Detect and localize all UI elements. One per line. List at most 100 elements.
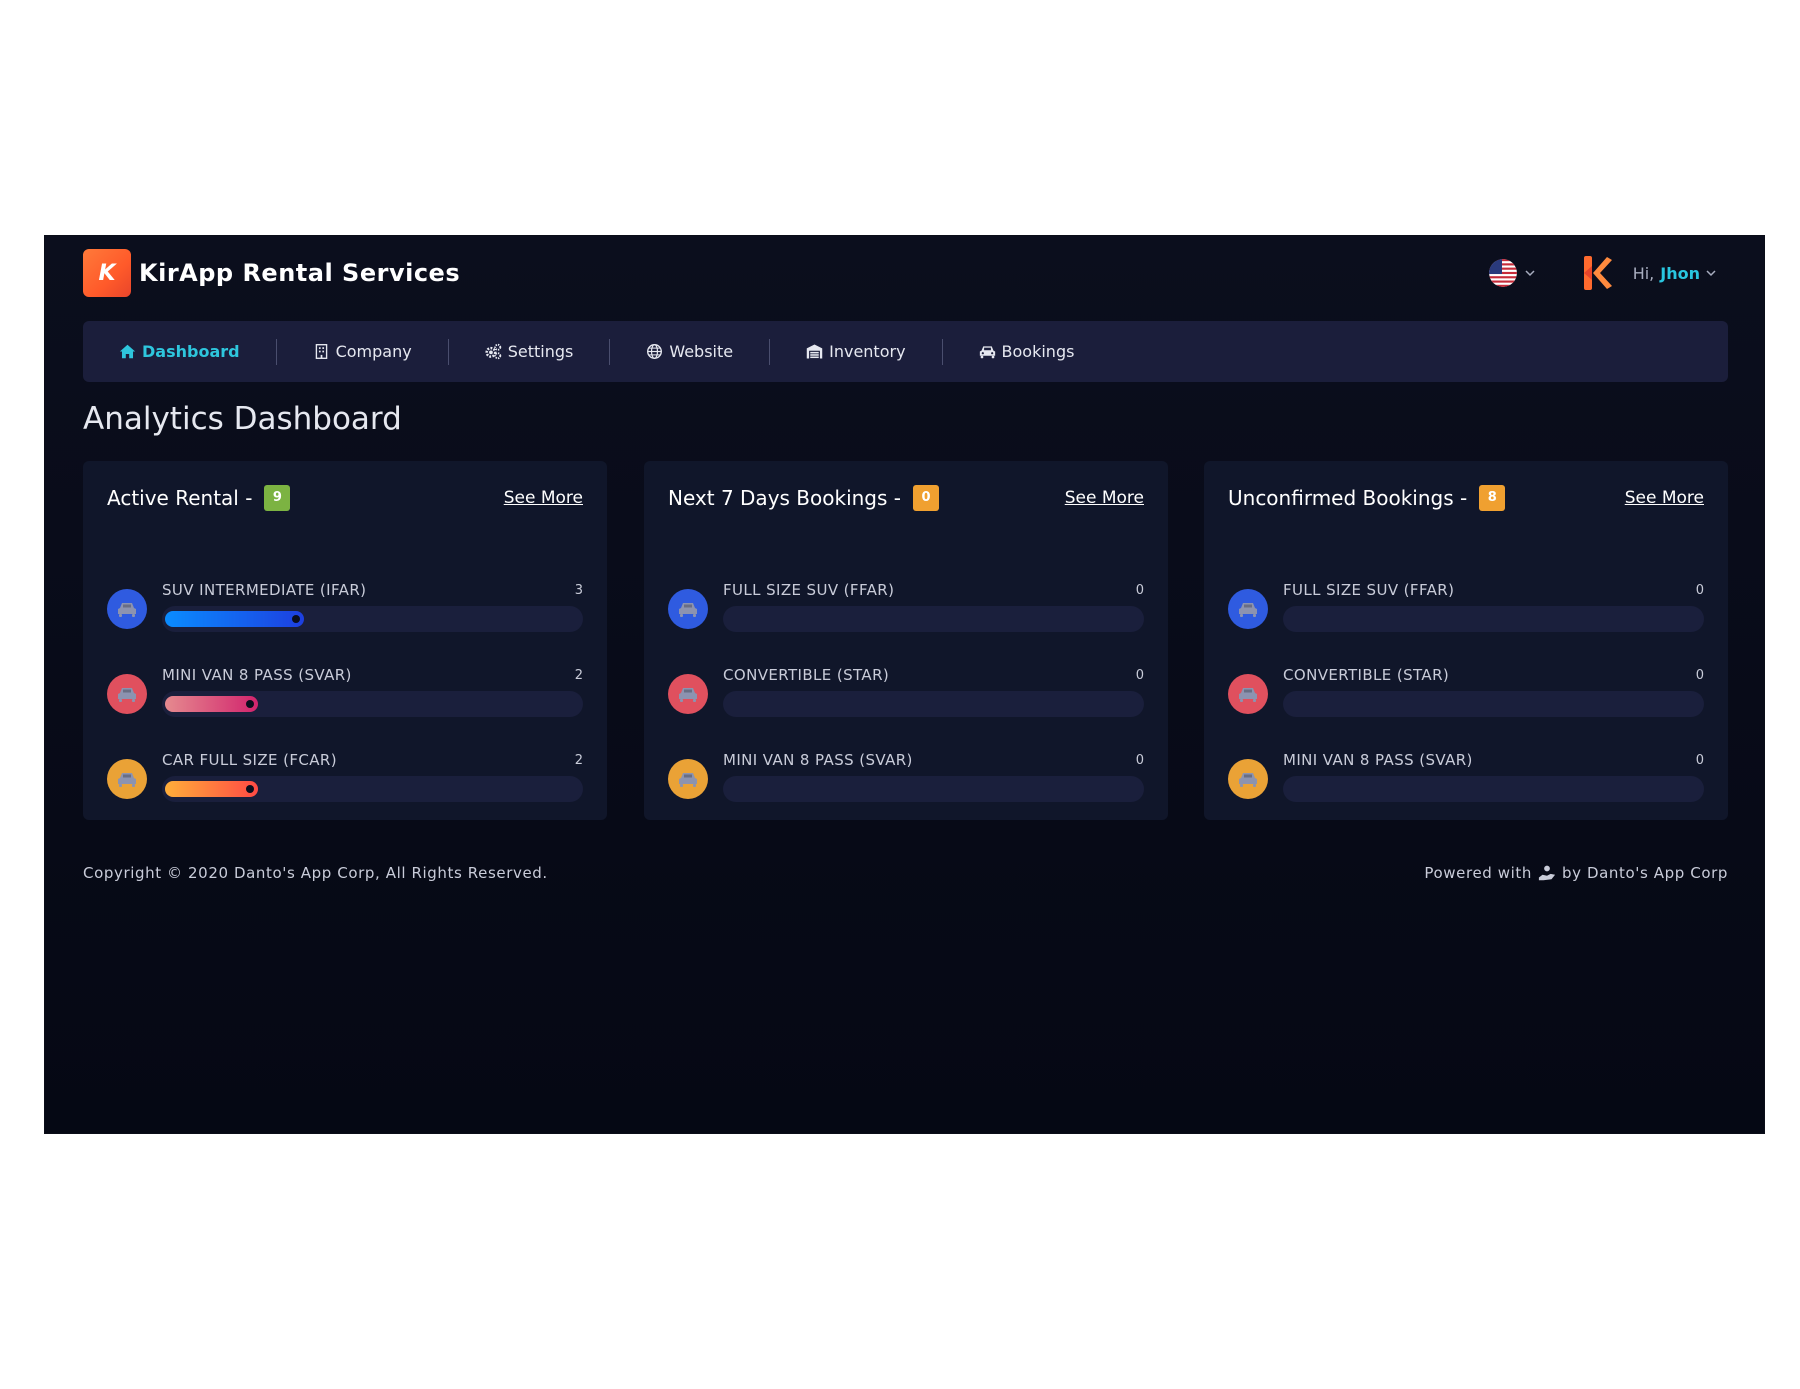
warehouse-icon <box>806 344 823 359</box>
nav-divider <box>941 338 943 365</box>
card-header: Active Rental - 9 See More <box>107 485 583 511</box>
home-icon <box>119 344 136 359</box>
powered-prefix: Powered with <box>1424 864 1532 882</box>
category-count: 2 <box>574 753 583 768</box>
category-count: 3 <box>574 583 583 598</box>
category-count: 0 <box>1135 583 1144 598</box>
stats-card: Active Rental - 9 See More SUV INTERMEDIATE… <box>83 461 607 820</box>
count-badge: 0 <box>913 485 939 511</box>
category-label: FULL SIZE SUV (FFAR) <box>723 581 895 599</box>
category-label: MINI VAN 8 PASS (SVAR) <box>1283 751 1473 769</box>
greeting-text: Hi, <box>1632 263 1655 283</box>
see-more-link[interactable]: See More <box>504 488 583 508</box>
card-title: Active Rental - <box>107 486 253 510</box>
main-nav: Dashboard Company Settings Website Inven… <box>83 321 1728 382</box>
car-icon <box>118 773 136 787</box>
category-row: FULL SIZE SUV (FFAR) 0 <box>668 581 1144 641</box>
nav-label: Dashboard <box>142 342 240 361</box>
category-count: 0 <box>1695 753 1704 768</box>
progress-track <box>162 691 583 717</box>
user-avatar-logo <box>1583 256 1612 290</box>
username: Jhon <box>1660 263 1700 283</box>
progress-track <box>1283 691 1704 717</box>
category-row: MINI VAN 8 PASS (SVAR) 2 <box>107 666 583 726</box>
category-label: FULL SIZE SUV (FFAR) <box>1283 581 1455 599</box>
nav-divider <box>609 338 611 365</box>
app-window: K KirApp Rental Services Hi, Jhon Dashbo… <box>45 236 1764 1133</box>
car-icon <box>118 688 136 702</box>
nav-label: Website <box>669 342 734 361</box>
progress-fill <box>165 611 304 627</box>
category-row: MINI VAN 8 PASS (SVAR) 0 <box>1228 751 1704 811</box>
category-icon-badge <box>1228 674 1268 714</box>
see-more-link[interactable]: See More <box>1625 488 1704 508</box>
footer-copyright: Copyright © 2020 Danto's App Corp, All R… <box>83 864 548 882</box>
nav-company[interactable]: Company <box>313 342 412 361</box>
category-label: MINI VAN 8 PASS (SVAR) <box>162 666 352 684</box>
nav-label: Bookings <box>1001 342 1075 361</box>
brand-logo: K <box>83 249 131 297</box>
stats-card: Unconfirmed Bookings - 8 See More FULL SIZE… <box>1204 461 1728 820</box>
category-label: CAR FULL SIZE (FCAR) <box>162 751 337 769</box>
nav-dashboard[interactable]: Dashboard <box>119 342 240 361</box>
progress-track <box>723 776 1144 802</box>
page-title: Analytics Dashboard <box>83 401 402 437</box>
car-icon <box>118 603 136 617</box>
stats-card: Next 7 Days Bookings - 0 See More FULL SIZE… <box>644 461 1168 820</box>
progress-track <box>162 776 583 802</box>
card-header: Unconfirmed Bookings - 8 See More <box>1228 485 1704 511</box>
chevron-down-icon <box>1525 270 1535 277</box>
category-row: SUV INTERMEDIATE (IFAR) 3 <box>107 581 583 641</box>
nav-divider <box>769 338 771 365</box>
us-flag-icon <box>1488 259 1517 287</box>
header-right: Hi, Jhon <box>1488 254 1716 292</box>
building-icon <box>315 344 327 359</box>
category-icon-badge <box>668 589 708 629</box>
category-label: MINI VAN 8 PASS (SVAR) <box>723 751 913 769</box>
car-icon <box>679 603 697 617</box>
card-title: Unconfirmed Bookings - <box>1228 486 1468 510</box>
category-icon-badge <box>1228 589 1268 629</box>
car-icon <box>1239 688 1257 702</box>
nav-inventory[interactable]: Inventory <box>806 342 906 361</box>
brand[interactable]: K KirApp Rental Services <box>83 249 460 297</box>
progress-track <box>723 606 1144 632</box>
nav-label: Company <box>335 342 412 361</box>
user-menu[interactable]: Hi, Jhon <box>1633 264 1716 283</box>
nav-bookings[interactable]: Bookings <box>979 342 1075 361</box>
nav-label: Settings <box>507 342 574 361</box>
category-count: 0 <box>1135 668 1144 683</box>
category-row: MINI VAN 8 PASS (SVAR) 0 <box>668 751 1144 811</box>
category-count: 0 <box>1695 583 1704 598</box>
gears-icon <box>485 343 501 360</box>
category-label: CONVERTIBLE (STAR) <box>1283 666 1450 684</box>
category-row: CONVERTIBLE (STAR) 0 <box>1228 666 1704 726</box>
progress-fill <box>165 696 258 712</box>
nav-settings[interactable]: Settings <box>485 342 574 361</box>
car-icon <box>1239 603 1257 617</box>
progress-fill <box>165 781 258 797</box>
category-icon-badge <box>107 759 147 799</box>
card-header: Next 7 Days Bookings - 0 See More <box>668 485 1144 511</box>
category-icon-badge <box>668 674 708 714</box>
count-badge: 8 <box>1479 485 1506 511</box>
hand-heart-icon <box>1538 865 1556 881</box>
category-icon-badge <box>1228 759 1268 799</box>
category-label: CONVERTIBLE (STAR) <box>723 666 890 684</box>
card-title: Next 7 Days Bookings - <box>668 486 901 510</box>
brand-name: KirApp Rental Services <box>139 259 461 287</box>
count-badge: 9 <box>264 485 291 511</box>
nav-website[interactable]: Website <box>646 342 733 361</box>
chevron-down-icon <box>1706 270 1716 277</box>
nav-divider <box>447 338 449 365</box>
language-selector[interactable] <box>1488 259 1535 287</box>
car-icon <box>979 346 995 359</box>
footer-powered: Powered with by Danto's App Corp <box>1424 864 1728 882</box>
see-more-link[interactable]: See More <box>1065 488 1144 508</box>
car-icon <box>679 773 697 787</box>
category-icon-badge <box>107 674 147 714</box>
category-label: SUV INTERMEDIATE (IFAR) <box>162 581 367 599</box>
progress-track <box>723 691 1144 717</box>
powered-suffix: by Danto's App Corp <box>1562 864 1728 882</box>
category-count: 0 <box>1135 753 1144 768</box>
